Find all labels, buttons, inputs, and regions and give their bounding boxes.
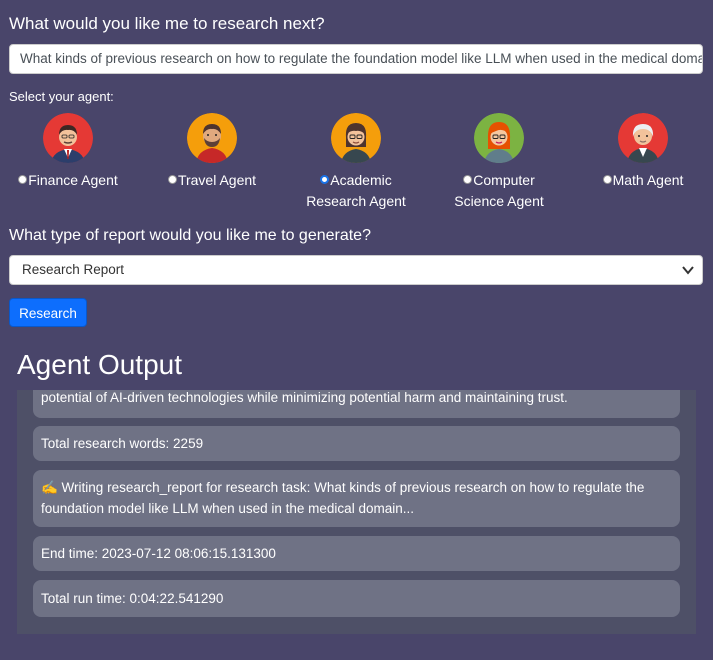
agent-choices: Finance Agent Travel Agent Academic Rese… [0, 113, 713, 213]
agent-option-computer-science[interactable]: Computer Science Agent [429, 113, 569, 212]
cs-agent-radio[interactable] [463, 175, 473, 184]
agent-option-travel[interactable]: Travel Agent [142, 113, 282, 191]
report-type-select[interactable]: Research Report [9, 255, 703, 285]
academic-agent-radio[interactable] [320, 175, 330, 184]
academic-agent-label-line2: Research Agent [306, 193, 406, 209]
travel-agent-avatar-icon [187, 113, 237, 163]
log-entry: Total research words: 2259 [33, 426, 680, 461]
agent-select-label: Select your agent: [9, 89, 114, 104]
log-entry: End time: 2023-07-12 08:06:15.131300 [33, 536, 680, 571]
academic-agent-label-line1: Academic [330, 172, 392, 188]
cs-agent-avatar-icon [474, 113, 524, 163]
log-entry: ✍️ Writing research_report for research … [33, 470, 680, 527]
log-entry: Total run time: 0:04:22.541290 [33, 580, 680, 617]
agent-option-math[interactable]: Math Agent [573, 113, 713, 191]
research-question-label: What would you like me to research next? [9, 14, 325, 33]
report-type-value: Research Report [22, 262, 125, 277]
cs-agent-label-line2: Science Agent [454, 193, 544, 209]
log-text: potential of AI-driven technologies whil… [41, 390, 568, 405]
finance-agent-radio[interactable] [18, 175, 28, 184]
travel-agent-label: Travel Agent [177, 172, 257, 188]
log-text: ✍️ Writing research_report for research … [41, 480, 645, 516]
log-entry: potential of AI-driven technologies whil… [33, 390, 680, 418]
log-text: End time: 2023-07-12 08:06:15.131300 [41, 546, 276, 561]
agent-output-title: Agent Output [17, 349, 183, 380]
academic-agent-avatar-icon [331, 113, 381, 163]
math-agent-avatar-icon [618, 113, 668, 163]
research-task-value: What kinds of previous research on how t… [20, 51, 703, 66]
agent-output-panel[interactable]: potential of AI-driven technologies whil… [17, 390, 696, 634]
log-text: Total run time: 0:04:22.541290 [41, 591, 224, 606]
log-text: Total research words: 2259 [41, 436, 204, 451]
research-task-input[interactable]: What kinds of previous research on how t… [9, 44, 703, 74]
research-button[interactable]: Research [9, 298, 87, 327]
cs-agent-label-line1: Computer [473, 172, 535, 188]
travel-agent-radio[interactable] [167, 175, 177, 184]
finance-agent-avatar-icon [43, 113, 93, 163]
finance-agent-label: Finance Agent [28, 172, 118, 188]
agent-option-academic[interactable]: Academic Research Agent [286, 113, 426, 212]
agent-option-finance[interactable]: Finance Agent [0, 113, 138, 191]
math-agent-label: Math Agent [612, 172, 684, 188]
math-agent-radio[interactable] [602, 175, 612, 184]
report-type-label: What type of report would you like me to… [9, 227, 371, 244]
chevron-down-icon [682, 256, 694, 294]
